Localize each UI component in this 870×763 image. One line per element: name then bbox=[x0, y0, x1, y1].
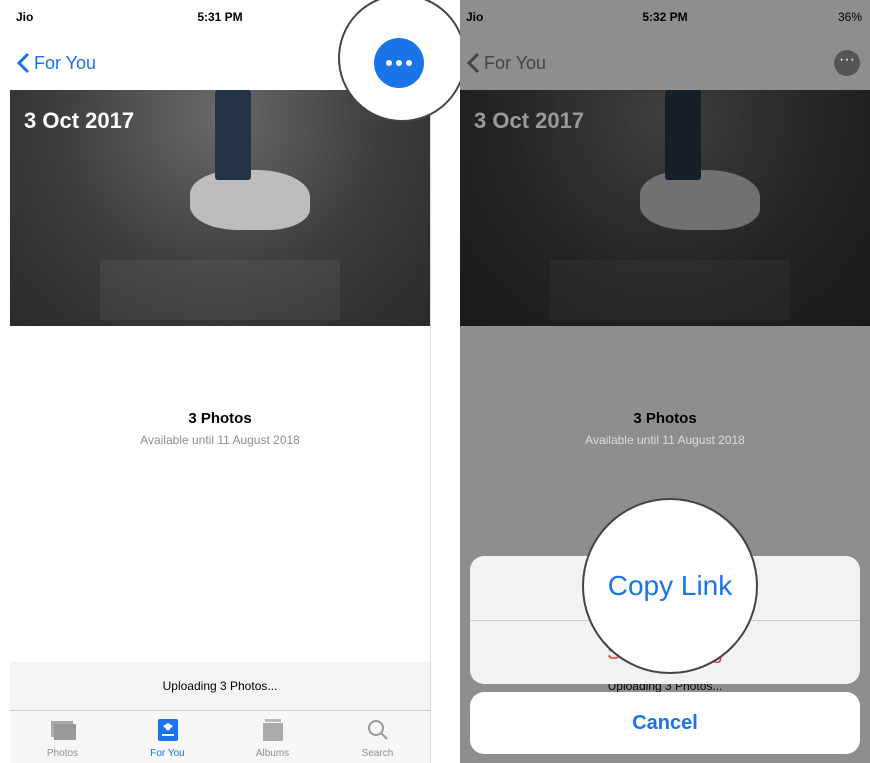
tab-label: Photos bbox=[46, 748, 79, 759]
back-label: For You bbox=[34, 52, 97, 73]
tab-bar: Photos For You Albums Search bbox=[10, 710, 430, 763]
availability-text: Available until 11 August 2018 bbox=[585, 433, 745, 447]
floor-reflection bbox=[550, 260, 790, 320]
albums-icon bbox=[262, 719, 283, 741]
memory-date: 3 Oct 2017 bbox=[24, 108, 135, 133]
tab-label: For You bbox=[150, 748, 185, 759]
figurine bbox=[200, 90, 260, 190]
for-you-icon bbox=[157, 719, 178, 741]
upload-status: Uploading 3 Photos... bbox=[10, 662, 430, 710]
photos-icon bbox=[50, 721, 76, 740]
tab-label: Search bbox=[361, 748, 394, 759]
chevron-left-icon bbox=[466, 52, 480, 74]
dot bbox=[386, 60, 392, 66]
left-screen: Jio 5:31 PM For You 3 Oct 2017 3 Photos … bbox=[10, 0, 431, 763]
availability-text: Available until 11 August 2018 bbox=[140, 433, 300, 447]
back-button[interactable]: For You bbox=[466, 52, 546, 74]
tab-for-you[interactable]: For You bbox=[115, 711, 220, 763]
tab-photos[interactable]: Photos bbox=[10, 711, 115, 763]
floor-reflection bbox=[100, 260, 340, 320]
cancel-sheet: Cancel bbox=[470, 692, 860, 754]
magnifier-more-button bbox=[338, 0, 466, 122]
tab-albums[interactable]: Albums bbox=[220, 711, 325, 763]
nav-bar: For You ··· bbox=[460, 34, 870, 90]
photo-count: 3 Photos bbox=[633, 410, 697, 427]
memory-info: 3 Photos Available until 11 August 2018 bbox=[10, 326, 430, 447]
memory-hero-image: 3 Oct 2017 bbox=[10, 90, 430, 326]
more-button[interactable]: ··· bbox=[834, 50, 860, 76]
clock: 5:32 PM bbox=[642, 10, 688, 24]
back-label: For You bbox=[484, 52, 547, 73]
photo-count: 3 Photos bbox=[188, 410, 252, 427]
dot bbox=[396, 60, 402, 66]
tab-search[interactable]: Search bbox=[325, 711, 430, 763]
figurine bbox=[650, 90, 710, 190]
tab-label: Albums bbox=[255, 748, 290, 759]
dot bbox=[406, 60, 412, 66]
memory-info: 3 Photos Available until 11 August 2018 bbox=[460, 326, 870, 447]
memory-hero-image: 3 Oct 2017 bbox=[460, 90, 870, 326]
more-button[interactable] bbox=[374, 38, 424, 88]
search-icon bbox=[367, 720, 388, 740]
back-button[interactable]: For You bbox=[16, 52, 96, 74]
memory-date: 3 Oct 2017 bbox=[474, 108, 585, 133]
status-bar: Jio 5:32 PM 36% bbox=[460, 0, 870, 34]
battery-level: 36% bbox=[837, 10, 862, 24]
magnifier-copy-link: Copy Link bbox=[582, 498, 758, 674]
chevron-left-icon bbox=[16, 52, 30, 74]
cancel-button[interactable]: Cancel bbox=[470, 692, 860, 754]
copy-link-zoomed: Copy Link bbox=[607, 570, 733, 601]
